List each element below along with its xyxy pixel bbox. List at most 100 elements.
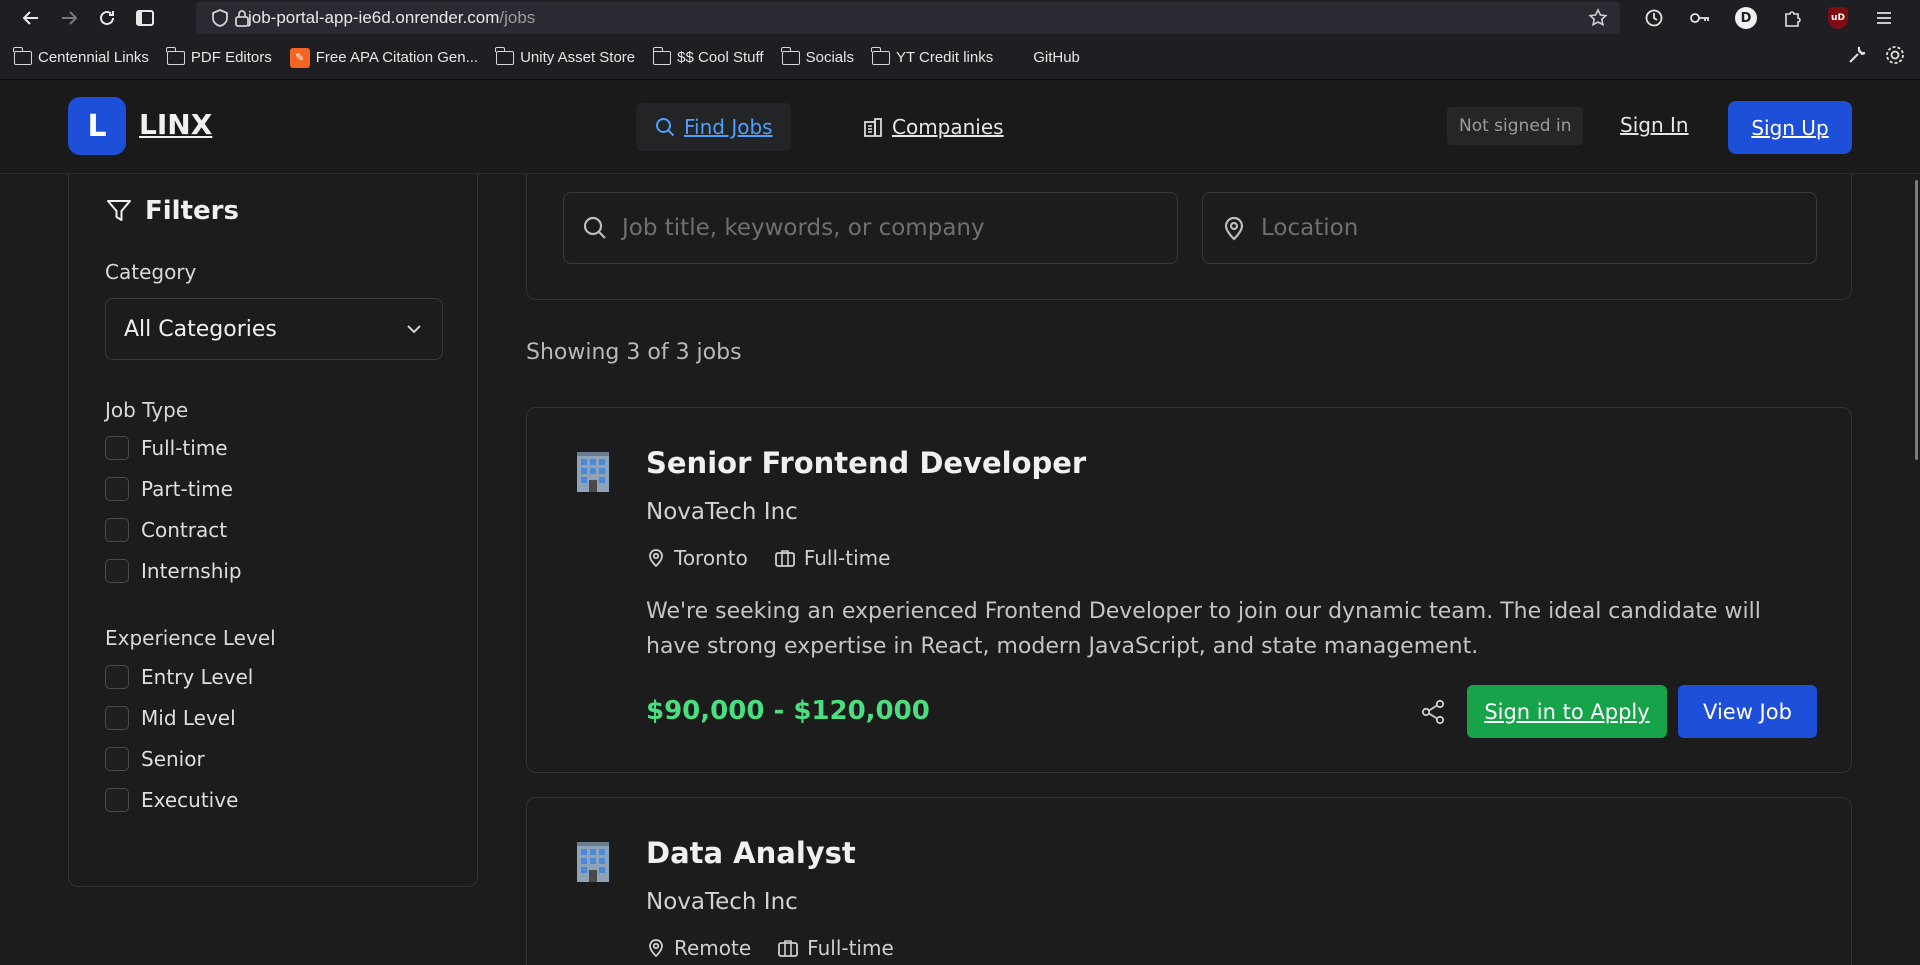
back-button[interactable] <box>12 2 50 34</box>
star-icon[interactable] <box>1588 8 1608 28</box>
category-select[interactable]: All Categories <box>105 298 443 360</box>
sign-up-button[interactable]: Sign Up <box>1728 101 1852 154</box>
view-job-button[interactable]: View Job <box>1678 685 1817 738</box>
company-name: NovaTech Inc <box>646 499 798 525</box>
browser-toolbar: job-portal-app-ie6d.onrender.com/jobs D … <box>0 0 1920 36</box>
page-scrollbar[interactable] <box>1915 180 1918 460</box>
job-title[interactable]: Data Analyst <box>646 836 856 870</box>
checkbox[interactable] <box>105 559 129 583</box>
bookmark-socials[interactable]: Socials <box>780 46 854 66</box>
category-label: Category <box>105 260 197 284</box>
map-pin-icon <box>649 549 663 568</box>
arrow-right-icon <box>62 11 78 25</box>
nav-companies-label: Companies <box>892 115 1004 139</box>
folder-icon <box>780 46 800 65</box>
map-pin-icon <box>1224 216 1244 241</box>
bookmark-pdf-editors[interactable]: PDF Editors <box>166 46 272 66</box>
gear-icon[interactable] <box>1884 44 1906 66</box>
bookmark-centennial-links[interactable]: Centennial Links <box>13 46 149 66</box>
forward-button[interactable] <box>50 2 88 34</box>
experience-level-label: Experience Level <box>105 626 276 650</box>
job-type-contract[interactable]: Contract <box>105 518 227 542</box>
job-meta: Remote Full-time <box>646 936 894 960</box>
checkbox-label: Mid Level <box>141 706 236 730</box>
job-location: Remote <box>646 936 751 960</box>
bookmark-github[interactable]: GitHub <box>1033 49 1080 66</box>
job-type-text: Full-time <box>803 546 891 570</box>
bookmark-apa-citation[interactable]: ✎ Free APA Citation Gen... <box>289 47 478 68</box>
job-type-part-time[interactable]: Part-time <box>105 477 233 501</box>
history-button[interactable] <box>1636 3 1672 33</box>
checkbox-label: Part-time <box>141 477 233 501</box>
lock-icon[interactable] <box>232 8 252 28</box>
filters-sidebar: Filters Category All Categories Job Type… <box>68 150 478 887</box>
bookmarks-bar: Centennial Links PDF Editors ✎ Free APA C… <box>0 36 1920 80</box>
checkbox[interactable] <box>105 518 129 542</box>
building-icon <box>864 118 882 137</box>
checkbox[interactable] <box>105 665 129 689</box>
bookmark-cool-stuff[interactable]: $$ Cool Stuff <box>652 46 764 66</box>
briefcase-icon <box>778 940 799 957</box>
bookmark-label: Unity Asset Store <box>520 49 636 66</box>
sidebar-icon <box>136 10 154 26</box>
checkbox[interactable] <box>105 788 129 812</box>
logo-text[interactable]: LINX <box>139 108 212 141</box>
key-icon <box>1690 13 1709 23</box>
sign-in-to-apply-button[interactable]: Sign in to Apply <box>1467 685 1667 738</box>
app-header: L LINX Find Jobs Companies Not signed in… <box>0 81 1920 174</box>
job-location-text: Toronto <box>674 546 748 570</box>
shield-icon[interactable] <box>210 8 230 28</box>
checkbox[interactable] <box>105 747 129 771</box>
reload-button[interactable] <box>88 2 126 34</box>
apa-site-icon: ✎ <box>289 47 310 68</box>
nav-find-jobs[interactable]: Find Jobs <box>636 103 791 151</box>
arrow-left-icon <box>22 11 38 25</box>
address-bar[interactable]: job-portal-app-ie6d.onrender.com/jobs <box>196 2 1620 34</box>
checkbox[interactable] <box>105 477 129 501</box>
experience-senior[interactable]: Senior <box>105 747 205 771</box>
experience-executive[interactable]: Executive <box>105 788 238 812</box>
office-building-icon <box>577 452 609 492</box>
auth-status-badge: Not signed in <box>1447 107 1584 145</box>
job-type-full-time[interactable]: Full-time <box>105 436 228 460</box>
profile-avatar: D <box>1735 7 1757 29</box>
bookmark-unity-asset-store[interactable]: Unity Asset Store <box>495 46 636 66</box>
share-icon <box>1421 699 1445 725</box>
search-icon <box>583 216 606 239</box>
experience-entry-level[interactable]: Entry Level <box>105 665 253 689</box>
passwords-button[interactable] <box>1682 3 1718 33</box>
url-text: job-portal-app-ie6d.onrender.com/jobs <box>248 8 535 28</box>
job-title[interactable]: Senior Frontend Developer <box>646 446 1086 480</box>
company-name: NovaTech Inc <box>646 889 798 915</box>
job-type-internship[interactable]: Internship <box>105 559 242 583</box>
extensions-button[interactable] <box>1774 3 1810 33</box>
job-description: We're seeking an experienced Frontend De… <box>646 599 1761 659</box>
keyword-search-input[interactable]: Job title, keywords, or company <box>563 192 1178 264</box>
experience-mid-level[interactable]: Mid Level <box>105 706 236 730</box>
share-button[interactable] <box>1415 694 1451 730</box>
location-input[interactable]: Location <box>1202 192 1817 264</box>
folder-icon <box>652 46 672 65</box>
menu-button[interactable] <box>1866 3 1902 33</box>
ublock-icon: uD <box>1828 7 1848 29</box>
profile-button[interactable]: D <box>1728 3 1764 33</box>
ublock-button[interactable]: uD <box>1820 3 1856 33</box>
bookmark-label: $$ Cool Stuff <box>677 49 764 66</box>
checkbox-label: Full-time <box>141 436 228 460</box>
nav-companies[interactable]: Companies <box>844 103 1022 151</box>
checkbox-label: Executive <box>141 788 239 812</box>
bookmark-yt-credit-links[interactable]: YT Credit links <box>871 46 993 66</box>
job-type-label: Job Type <box>105 398 189 422</box>
clock-icon <box>1645 9 1663 27</box>
checkbox[interactable] <box>105 706 129 730</box>
wrench-icon[interactable] <box>1846 44 1868 66</box>
job-card: Senior Frontend Developer NovaTech Inc T… <box>526 407 1852 773</box>
search-icon <box>656 118 675 137</box>
checkbox[interactable] <box>105 436 129 460</box>
logo-badge[interactable]: L <box>68 97 126 155</box>
checkbox-label: Entry Level <box>141 665 254 689</box>
bookmark-label: PDF Editors <box>190 49 272 66</box>
keyword-placeholder: Job title, keywords, or company <box>622 215 985 241</box>
sidebar-toggle-button[interactable] <box>126 2 164 34</box>
sign-in-link[interactable]: Sign In <box>1620 113 1689 137</box>
